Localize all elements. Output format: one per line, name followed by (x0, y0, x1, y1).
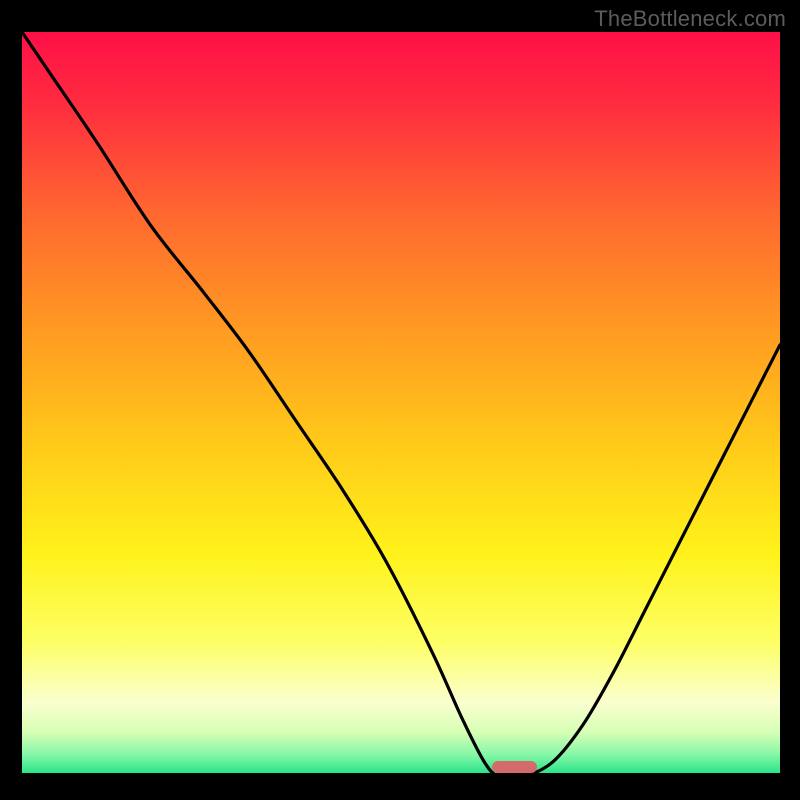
bottom-border (22, 773, 780, 778)
plot-area (22, 32, 780, 777)
optimum-marker (492, 761, 537, 773)
chart-canvas: TheBottleneck.com (0, 0, 800, 800)
watermark: TheBottleneck.com (594, 6, 786, 32)
bottleneck-curve (22, 32, 780, 777)
